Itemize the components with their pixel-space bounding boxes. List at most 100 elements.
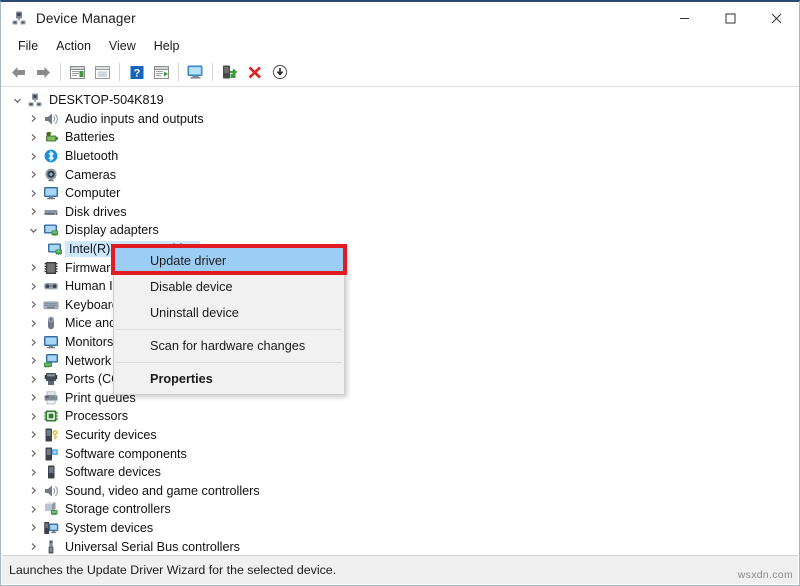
- chevron-right-icon[interactable]: [25, 468, 41, 477]
- software-device-icon: [41, 464, 61, 480]
- context-menu-item-update-driver[interactable]: Update driver: [114, 248, 344, 274]
- software-component-icon: [41, 446, 61, 462]
- tree-item-software-components[interactable]: Software components: [2, 444, 798, 463]
- storage-controller-icon: [41, 501, 61, 517]
- tree-item-bluetooth[interactable]: Bluetooth: [2, 147, 798, 166]
- context-menu-item-label: Disable device: [150, 280, 233, 294]
- tree-item-label: Processors: [65, 409, 128, 424]
- uninstall-device-icon[interactable]: [242, 60, 267, 84]
- chevron-right-icon[interactable]: [25, 282, 41, 291]
- chevron-right-icon[interactable]: [25, 114, 41, 123]
- tree-item-software-devices[interactable]: Software devices: [2, 463, 798, 482]
- context-menu-item-uninstall-device[interactable]: Uninstall device: [114, 300, 344, 326]
- context-menu-item-label: Update driver: [150, 254, 227, 268]
- chevron-right-icon[interactable]: [25, 449, 41, 458]
- scan-hardware-icon[interactable]: [183, 60, 208, 84]
- system-device-icon: [41, 520, 61, 536]
- tree-item-security-devices[interactable]: Security devices: [2, 426, 798, 445]
- chevron-right-icon[interactable]: [25, 300, 41, 309]
- tree-item-label: Software components: [65, 446, 187, 461]
- chevron-right-icon[interactable]: [25, 170, 41, 179]
- monitor-icon: [41, 185, 61, 201]
- port-icon: [41, 371, 61, 387]
- minimize-button[interactable]: [661, 2, 707, 34]
- properties-icon[interactable]: [65, 60, 90, 84]
- maximize-button[interactable]: [707, 2, 753, 34]
- tree-item-processors[interactable]: Processors: [2, 407, 798, 426]
- chevron-right-icon[interactable]: [25, 319, 41, 328]
- tree-item-cameras[interactable]: Cameras: [2, 165, 798, 184]
- tree-item-label: Sound, video and game controllers: [65, 483, 260, 498]
- chevron-right-icon[interactable]: [25, 486, 41, 495]
- tree-item-computer[interactable]: Computer: [2, 184, 798, 203]
- context-menu-item-disable-device[interactable]: Disable device: [114, 274, 344, 300]
- tree-item-label: Bluetooth: [65, 149, 119, 164]
- network-adapter-icon: [41, 353, 61, 369]
- chevron-right-icon[interactable]: [25, 393, 41, 402]
- tree-item-audio-inputs-and-outputs[interactable]: Audio inputs and outputs: [2, 110, 798, 129]
- tree-item-system-devices[interactable]: System devices: [2, 519, 798, 538]
- tree-item-label: Disk drives: [65, 204, 127, 219]
- status-bar: Launches the Update Driver Wizard for th…: [2, 555, 798, 584]
- menu-action[interactable]: Action: [47, 37, 100, 55]
- chevron-right-icon[interactable]: [25, 356, 41, 365]
- chevron-right-icon[interactable]: [25, 338, 41, 347]
- device-manager-window: Device Manager File Action View Help ? D…: [0, 0, 800, 586]
- device-manager-icon: [11, 10, 27, 26]
- chevron-right-icon[interactable]: [25, 505, 41, 514]
- display-adapter-icon: [41, 222, 61, 238]
- context-menu-separator: [116, 329, 342, 330]
- tree-item-label: Cameras: [65, 167, 117, 182]
- tree-root-node[interactable]: DESKTOP-504K819: [2, 91, 798, 110]
- chevron-right-icon[interactable]: [25, 263, 41, 272]
- disk-drive-icon: [41, 204, 61, 220]
- context-menu-item-label: Properties: [150, 372, 213, 386]
- toolbar-separator: [119, 63, 120, 81]
- tree-item-disk-drives[interactable]: Disk drives: [2, 203, 798, 222]
- disable-device-icon[interactable]: [267, 60, 292, 84]
- tree-item-label: Computer: [65, 186, 121, 201]
- window-title: Device Manager: [36, 10, 136, 26]
- battery-icon: [41, 129, 61, 145]
- chevron-right-icon[interactable]: [25, 430, 41, 439]
- help-question-icon[interactable]: ?: [124, 60, 149, 84]
- tree-item-sound-video-and-game-controllers[interactable]: Sound, video and game controllers: [2, 481, 798, 500]
- forward-icon[interactable]: [31, 60, 56, 84]
- context-menu[interactable]: Update driver Disable device Uninstall d…: [113, 246, 345, 395]
- chevron-down-icon[interactable]: [25, 226, 41, 235]
- close-button[interactable]: [753, 2, 799, 34]
- tree-item-label: Storage controllers: [65, 502, 171, 517]
- chevron-right-icon[interactable]: [25, 133, 41, 142]
- speaker-icon: [41, 111, 61, 127]
- chevron-right-icon[interactable]: [25, 412, 41, 421]
- bluetooth-icon: [41, 148, 61, 164]
- chevron-right-icon[interactable]: [25, 189, 41, 198]
- chevron-right-icon[interactable]: [25, 207, 41, 216]
- tree-item-label: Monitors: [65, 335, 114, 350]
- tree-item-batteries[interactable]: Batteries: [2, 128, 798, 147]
- menu-view[interactable]: View: [100, 37, 145, 55]
- update-driver-icon[interactable]: [149, 60, 174, 84]
- context-menu-item-properties[interactable]: Properties: [114, 366, 344, 392]
- chevron-right-icon[interactable]: [25, 375, 41, 384]
- help-page-icon[interactable]: [90, 60, 115, 84]
- hid-icon: [41, 278, 61, 294]
- chevron-right-icon[interactable]: [25, 523, 41, 532]
- tree-item-display-adapters[interactable]: Display adapters: [2, 221, 798, 240]
- context-menu-item-scan-for-hardware-changes[interactable]: Scan for hardware changes: [114, 333, 344, 359]
- chevron-right-icon[interactable]: [25, 542, 41, 551]
- enable-device-icon[interactable]: [217, 60, 242, 84]
- speaker-icon: [41, 483, 61, 499]
- toolbar-separator: [60, 63, 61, 81]
- menu-help[interactable]: Help: [145, 37, 189, 55]
- context-menu-item-label: Uninstall device: [150, 306, 239, 320]
- chevron-down-icon[interactable]: [9, 96, 25, 105]
- security-device-icon: [41, 427, 61, 443]
- tree-item-label: Display adapters: [65, 223, 159, 238]
- back-icon[interactable]: [6, 60, 31, 84]
- tree-item-universal-serial-bus-controllers[interactable]: Universal Serial Bus controllers: [2, 537, 798, 555]
- tree-item-storage-controllers[interactable]: Storage controllers: [2, 500, 798, 519]
- status-bar-text: Launches the Update Driver Wizard for th…: [9, 563, 337, 577]
- chevron-right-icon[interactable]: [25, 152, 41, 161]
- menu-file[interactable]: File: [9, 37, 47, 55]
